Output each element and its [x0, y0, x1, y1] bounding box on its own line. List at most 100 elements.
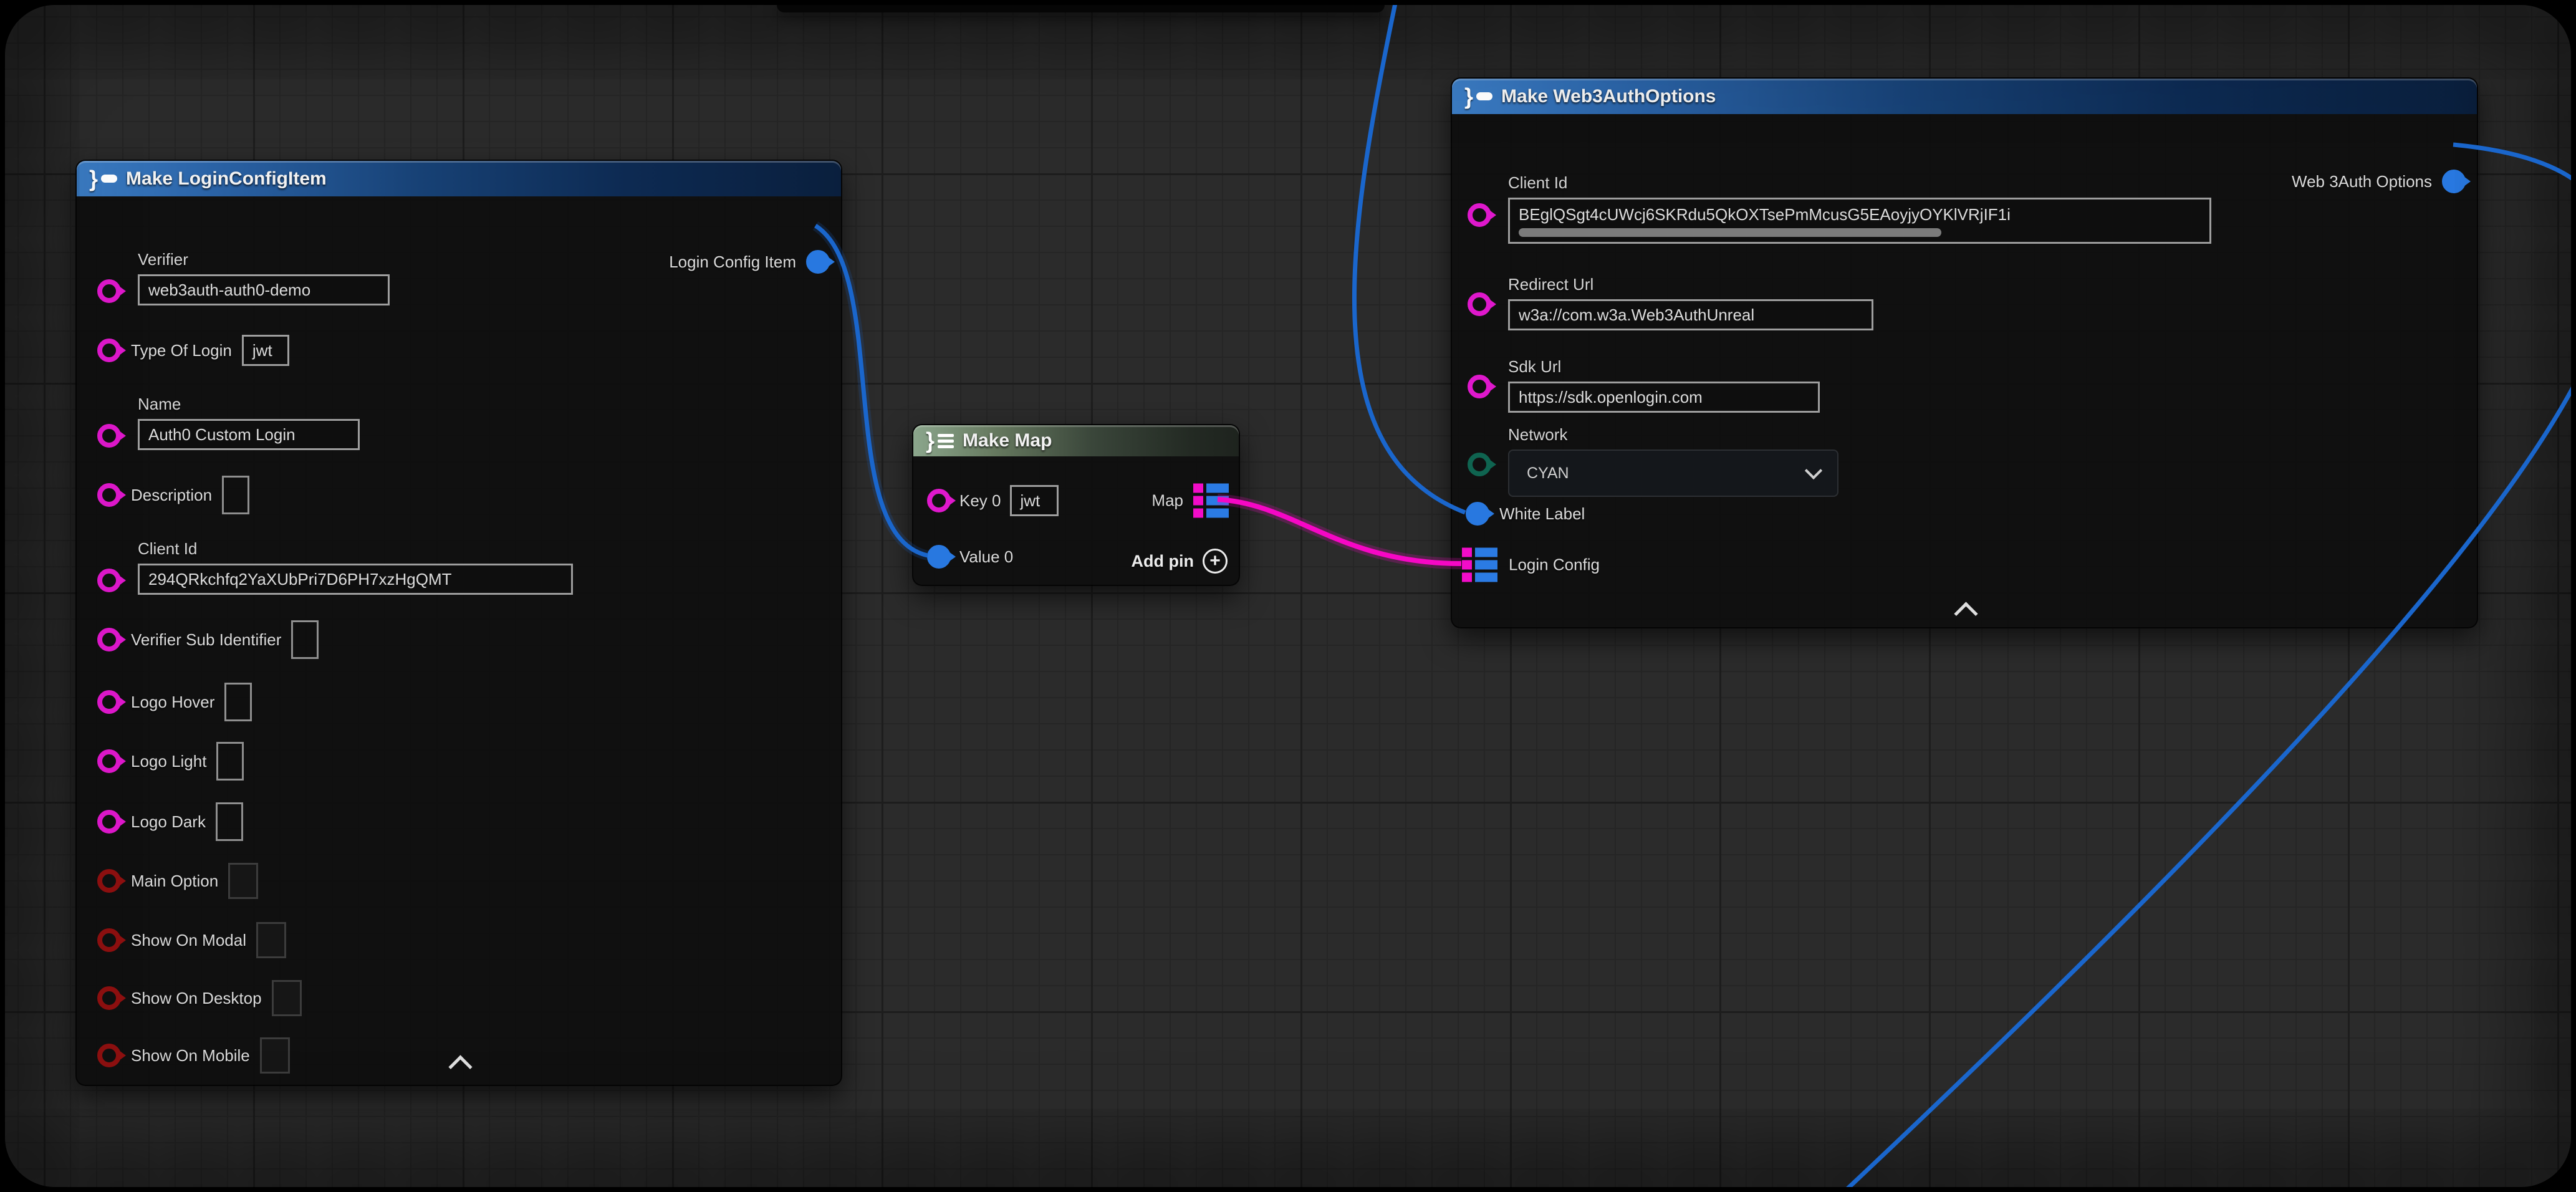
verifier-pin[interactable]: [97, 279, 121, 303]
show-on-desktop-pin[interactable]: [97, 986, 121, 1010]
client-id-scrollbar[interactable]: [1519, 228, 1941, 237]
redirect-url-field-group: Redirect Url w3a://com.w3a.Web3AuthUnrea…: [1508, 275, 1873, 330]
node-header-make-web3authoptions[interactable]: } Make Web3AuthOptions: [1452, 79, 2477, 114]
type-of-login-input[interactable]: jwt: [242, 335, 289, 366]
redirect-url-pin[interactable]: [1468, 292, 1491, 316]
redirect-url-label: Redirect Url: [1508, 275, 1873, 294]
value0-pin[interactable]: [927, 545, 951, 569]
chevron-down-icon: [1805, 462, 1822, 479]
client-id-input[interactable]: BEglQSgt4cUWcj6SKRdu5QkOXTsePmMcusG5EAoy…: [1508, 198, 2211, 244]
verifier-value: web3auth-auth0-demo: [148, 281, 310, 300]
node-header-make-map[interactable]: } Make Map: [913, 425, 1239, 456]
verifier-sub-identifier-input[interactable]: [291, 620, 319, 659]
show-on-modal-pin[interactable]: [97, 928, 121, 952]
redirect-url-input[interactable]: w3a://com.w3a.Web3AuthUnreal: [1508, 299, 1873, 330]
show-on-desktop-row: Show On Desktop: [97, 980, 302, 1016]
login-config-label: Login Config: [1509, 555, 1600, 575]
network-pin[interactable]: [1468, 453, 1491, 476]
logo-dark-row: Logo Dark: [97, 802, 243, 841]
output-pin-label: Login Config Item: [669, 252, 796, 272]
logo-dark-pin[interactable]: [97, 810, 121, 834]
collapse-chevron-icon[interactable]: [448, 1055, 472, 1079]
make-map-icon: }: [926, 430, 954, 452]
sdk-url-value: https://sdk.openlogin.com: [1519, 388, 1703, 407]
sdk-url-input[interactable]: https://sdk.openlogin.com: [1508, 382, 1820, 413]
show-on-desktop-checkbox[interactable]: [272, 980, 302, 1016]
network-dropdown[interactable]: CYAN: [1508, 449, 1838, 497]
main-option-row: Main Option: [97, 863, 258, 899]
wire-map-to-loginconfig: [1218, 499, 1461, 564]
sdk-url-field-group: Sdk Url https://sdk.openlogin.com: [1508, 357, 1820, 413]
white-label-pin[interactable]: [1466, 502, 1489, 526]
description-input[interactable]: [222, 476, 249, 514]
node-title: Make Web3AuthOptions: [1501, 86, 1716, 107]
description-label: Description: [131, 486, 212, 505]
sdk-url-pin[interactable]: [1468, 375, 1491, 398]
verifier-sub-identifier-row: Verifier Sub Identifier: [97, 620, 319, 659]
key0-pin[interactable]: [927, 489, 951, 512]
logo-hover-label: Logo Hover: [131, 693, 214, 712]
node-make-web3authoptions[interactable]: } Make Web3AuthOptions Web 3Auth Options…: [1451, 77, 2478, 628]
key0-input[interactable]: jwt: [1010, 485, 1059, 516]
output-row-web3auth-options: Web 3Auth Options: [2292, 170, 2466, 193]
make-map-bars: [938, 434, 954, 448]
offscreen-node-edge[interactable]: [777, 5, 1385, 12]
main-option-pin[interactable]: [97, 869, 121, 893]
logo-light-input[interactable]: [216, 742, 244, 781]
logo-dark-input[interactable]: [216, 802, 243, 841]
description-pin[interactable]: [97, 483, 121, 507]
verifier-input[interactable]: web3auth-auth0-demo: [138, 274, 390, 305]
web3auth-options-output-pin[interactable]: [2442, 170, 2466, 193]
white-label-label: White Label: [1499, 504, 1585, 524]
login-config-item-output-pin[interactable]: [806, 250, 830, 274]
client-id-value: 294QRkchfq2YaXUbPri7D6PH7xzHgQMT: [148, 570, 451, 589]
logo-hover-pin[interactable]: [97, 690, 121, 714]
wire-top-to-whitelabel: [1354, 5, 1465, 512]
name-input[interactable]: Auth0 Custom Login: [138, 419, 360, 450]
name-label: Name: [138, 395, 360, 414]
make-struct-icon: }: [89, 168, 117, 190]
map-output-pin[interactable]: [1193, 484, 1229, 518]
show-on-mobile-pin[interactable]: [97, 1044, 121, 1067]
logo-hover-row: Logo Hover: [97, 683, 252, 721]
show-on-modal-checkbox[interactable]: [256, 922, 286, 958]
login-config-pin[interactable]: [1462, 548, 1497, 582]
client-id-field-group: Client Id 294QRkchfq2YaXUbPri7D6PH7xzHgQ…: [138, 539, 573, 595]
client-id-input[interactable]: 294QRkchfq2YaXUbPri7D6PH7xzHgQMT: [138, 564, 573, 595]
description-row: Description: [97, 476, 249, 514]
client-id-label: Client Id: [138, 539, 573, 559]
logo-hover-input[interactable]: [224, 683, 252, 721]
node-make-loginconfigitem[interactable]: } Make LoginConfigItem Login Config Item…: [75, 160, 842, 1086]
client-id-value: BEglQSgt4cUWcj6SKRdu5QkOXTsePmMcusG5EAoy…: [1519, 205, 2011, 224]
graph-canvas[interactable]: } Make LoginConfigItem Login Config Item…: [5, 5, 2571, 1187]
network-value: CYAN: [1527, 464, 1569, 483]
map-output-label: Map: [1151, 491, 1183, 511]
node-title: Make LoginConfigItem: [126, 168, 327, 190]
type-of-login-pin[interactable]: [97, 339, 121, 362]
network-label: Network: [1508, 425, 1838, 445]
white-label-row: White Label: [1466, 502, 1585, 526]
wire-map-to-loginconfig-glow: [1218, 499, 1461, 564]
network-field-group: Network CYAN: [1508, 425, 1838, 497]
client-id-pin[interactable]: [97, 569, 121, 592]
name-pin[interactable]: [97, 424, 121, 448]
show-on-mobile-checkbox[interactable]: [260, 1037, 290, 1074]
client-id-pin[interactable]: [1468, 203, 1491, 227]
verifier-field-group: Verifier web3auth-auth0-demo: [138, 250, 390, 305]
redirect-url-value: w3a://com.w3a.Web3AuthUnreal: [1519, 305, 1754, 325]
output-row-login-config-item: Login Config Item: [669, 250, 830, 274]
make-struct-pill: [1476, 92, 1492, 100]
main-option-checkbox[interactable]: [228, 863, 258, 899]
output-pin-label: Web 3Auth Options: [2292, 172, 2432, 191]
node-make-map[interactable]: } Make Map Key 0 jwt Map Value 0: [912, 424, 1240, 586]
login-config-row: Login Config: [1462, 548, 1600, 582]
verifier-sub-identifier-pin[interactable]: [97, 628, 121, 651]
logo-light-label: Logo Light: [131, 752, 206, 771]
make-map-brace-glyph: }: [926, 430, 935, 452]
add-pin-button[interactable]: Add pin +: [1132, 549, 1228, 574]
collapse-chevron-icon[interactable]: [1954, 602, 1978, 625]
logo-light-pin[interactable]: [97, 749, 121, 773]
show-on-mobile-row: Show On Mobile: [97, 1037, 290, 1074]
node-header-make-loginconfigitem[interactable]: } Make LoginConfigItem: [77, 161, 841, 196]
map-output-row: Map: [1151, 484, 1229, 518]
